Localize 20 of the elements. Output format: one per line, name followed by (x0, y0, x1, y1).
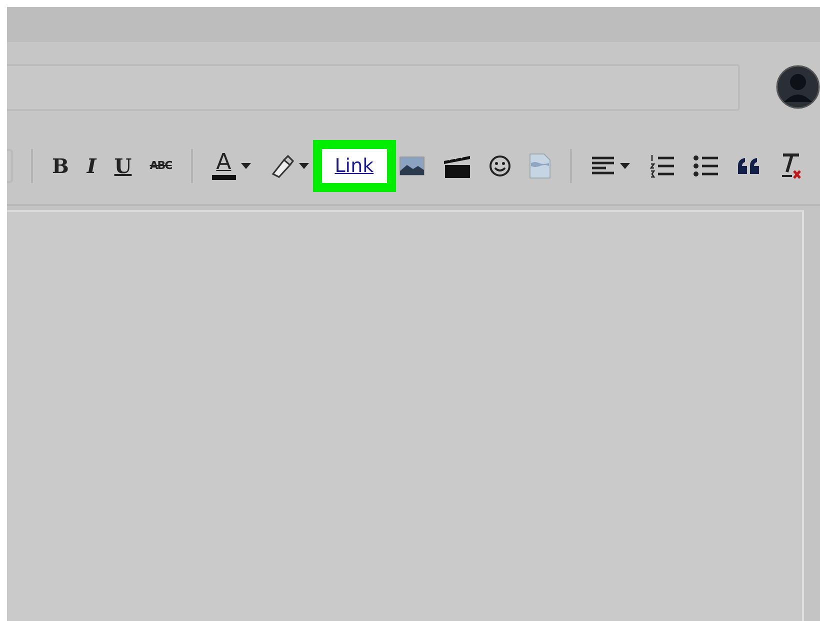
document-icon (528, 153, 551, 179)
align-left-icon (590, 156, 615, 176)
highlighter-icon (270, 154, 294, 178)
title-field[interactable] (7, 64, 740, 110)
image-icon (398, 155, 425, 177)
underline-button[interactable]: U (105, 148, 141, 184)
text-color-button[interactable]: A (202, 148, 261, 184)
caret-icon (240, 162, 252, 170)
bullet-list-icon (692, 154, 719, 178)
italic-button[interactable]: I (78, 148, 106, 184)
numbered-list-icon (648, 153, 675, 179)
strikethrough-button[interactable]: ABC (140, 148, 181, 184)
caret-icon (298, 162, 310, 170)
quote-icon (736, 157, 761, 175)
clapperboard-icon (442, 153, 471, 179)
caret-icon (618, 162, 631, 170)
avatar-icon[interactable] (776, 65, 820, 109)
bold-button[interactable]: B (43, 148, 78, 184)
smiley-icon (488, 155, 511, 177)
link-button[interactable]: Link (320, 148, 388, 184)
